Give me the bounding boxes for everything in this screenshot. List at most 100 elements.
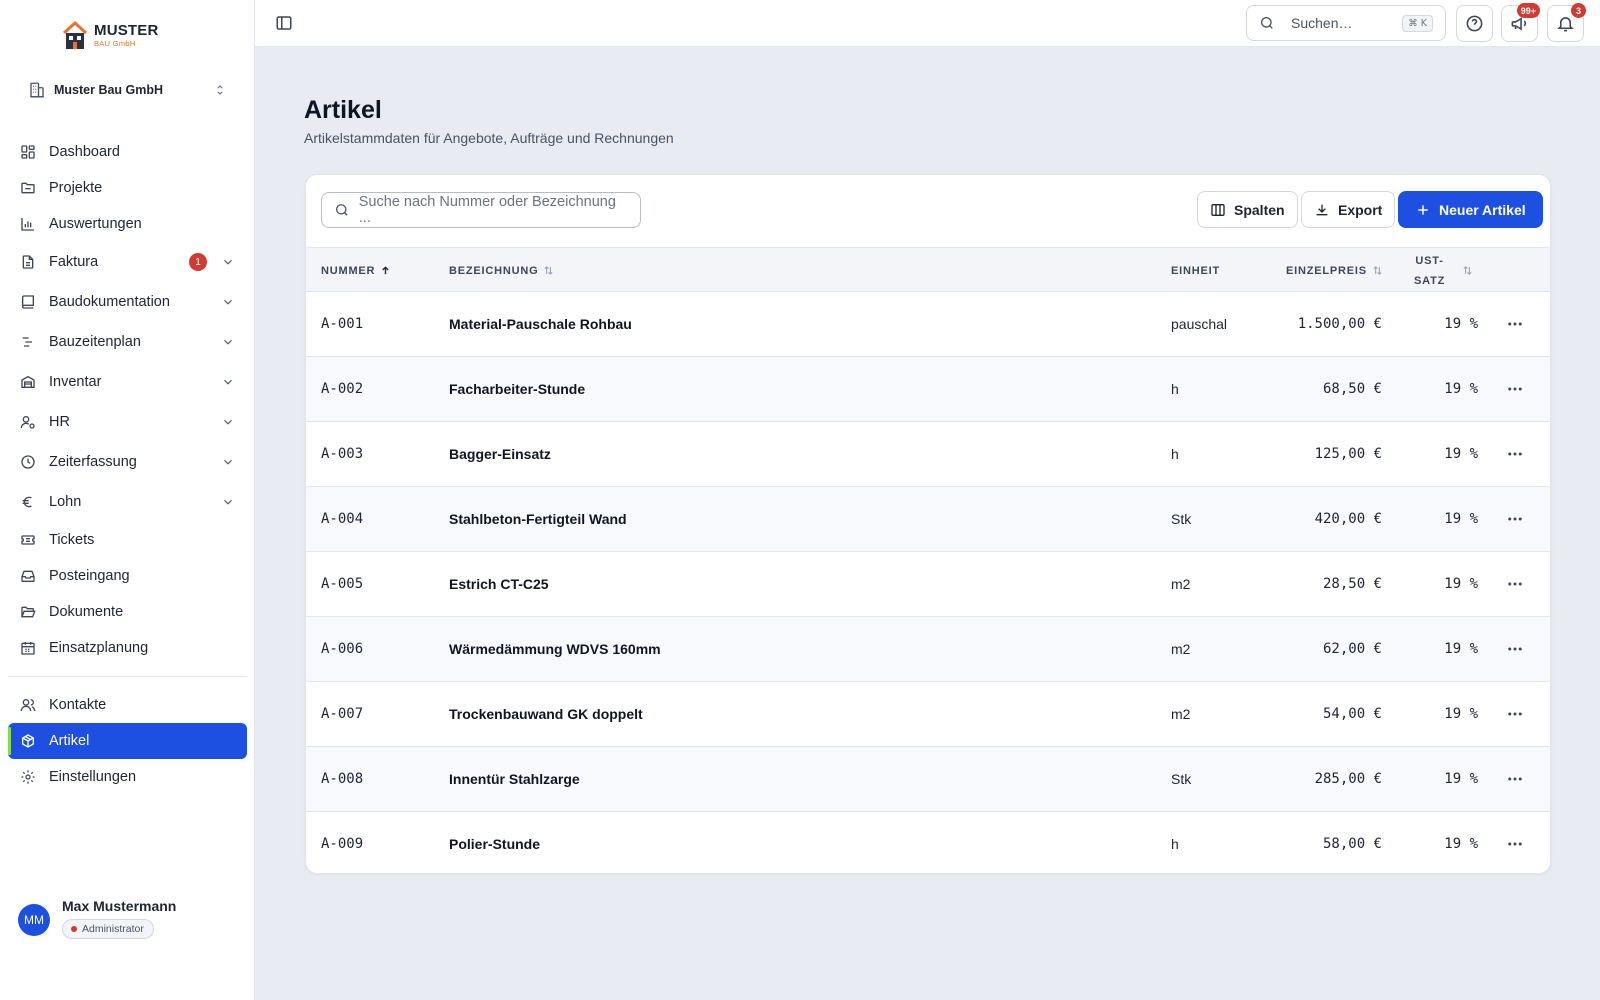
help-button[interactable] — [1456, 5, 1493, 42]
ticket-icon — [21, 535, 35, 545]
cell-ust: 19 % — [1444, 836, 1478, 852]
sidebar-item-posteingang[interactable]: Posteingang — [8, 558, 247, 594]
role-label: Administrator — [82, 923, 144, 935]
euro-icon — [22, 496, 32, 508]
cell-bezeichnung: Stahlbeton-Fertigteil Wand — [449, 511, 627, 527]
more-actions-icon[interactable] — [1506, 640, 1524, 658]
column-header-ust[interactable]: UST- SATZ — [1414, 248, 1473, 293]
new-article-button[interactable]: Neuer Artikel — [1398, 191, 1543, 228]
cell-bezeichnung: Innentür Stahlzarge — [449, 771, 580, 787]
gantt-icon — [22, 337, 32, 347]
sidebar-item-tickets[interactable]: Tickets — [8, 522, 247, 558]
table-row[interactable]: A-008 Innentür Stahlzarge Stk 285,00 € 1… — [306, 747, 1550, 812]
sidebar-item-baudokumentation[interactable]: Baudokumentation — [8, 282, 247, 322]
sidebar-item-artikel[interactable]: Artikel — [8, 723, 247, 759]
sidebar-item-dashboard[interactable]: Dashboard — [8, 134, 247, 170]
sidebar: MUSTER BAU GmbH Muster Bau GmbH Dashboar… — [0, 0, 255, 1000]
company-name: Muster Bau GmbH — [54, 83, 164, 97]
cell-nummer: A-009 — [321, 836, 364, 852]
article-search-input[interactable]: Suche nach Nummer oder Bezeichnung ... — [321, 192, 641, 228]
more-actions-icon[interactable] — [1506, 835, 1524, 853]
sidebar-item-dokumente[interactable]: Dokumente — [8, 594, 247, 630]
sidebar-item-label: Zeiterfassung — [49, 454, 137, 470]
cell-nummer: A-001 — [321, 316, 364, 332]
table-row[interactable]: A-006 Wärmedämmung WDVS 160mm m2 62,00 €… — [306, 617, 1550, 682]
export-button[interactable]: Export — [1301, 191, 1396, 228]
company-logo[interactable]: MUSTER BAU GmbH — [62, 20, 159, 50]
cell-einheit: Stk — [1171, 511, 1192, 527]
chevron-up-down-icon — [217, 85, 223, 95]
more-actions-icon[interactable] — [1506, 445, 1524, 463]
global-search[interactable]: Suchen… ⌘ K — [1246, 5, 1446, 41]
cell-einheit: Stk — [1171, 771, 1192, 787]
sidebar-item-projekte[interactable]: Projekte — [8, 170, 247, 206]
chevron-down-icon — [224, 379, 232, 385]
cell-bezeichnung: Wärmedämmung WDVS 160mm — [449, 641, 661, 657]
cell-bezeichnung: Bagger-Einsatz — [449, 446, 551, 462]
sidebar-item-label: Inventar — [49, 374, 102, 390]
table-row[interactable]: A-002 Facharbeiter-Stunde h 68,50 € 19 % — [306, 357, 1550, 422]
sidebar-item-einsatzplanung[interactable]: Einsatzplanung — [8, 630, 247, 666]
cell-bezeichnung: Facharbeiter-Stunde — [449, 381, 586, 397]
sidebar-item-label: Posteingang — [49, 568, 130, 584]
sidebar-item-inventar[interactable]: Inventar — [8, 362, 247, 402]
sidebar-item-kontakte[interactable]: Kontakte — [8, 687, 247, 723]
notifications-button[interactable]: 3 — [1547, 3, 1586, 42]
cell-einheit: h — [1171, 381, 1179, 397]
table-row[interactable]: A-004 Stahlbeton-Fertigteil Wand Stk 420… — [306, 487, 1550, 552]
sidebar-item-zeiterfassung[interactable]: Zeiterfassung — [8, 442, 247, 482]
bar-chart-icon — [21, 218, 34, 231]
sidebar-toggle-icon[interactable] — [275, 14, 293, 32]
sort-ascending-icon — [382, 266, 390, 275]
announcements-badge: 99+ — [1516, 3, 1540, 18]
column-header-bezeichnung[interactable]: BEZEICHNUNG — [449, 248, 554, 293]
sidebar-item-bauzeitenplan[interactable]: Bauzeitenplan — [8, 322, 247, 362]
article-search-placeholder: Suche nach Nummer oder Bezeichnung ... — [358, 194, 616, 226]
cell-einheit: h — [1171, 446, 1179, 462]
building-icon — [30, 82, 44, 98]
cell-einzelpreis: 420,00 € — [1314, 511, 1382, 527]
new-article-label: Neuer Artikel — [1439, 201, 1526, 218]
chevron-down-icon — [224, 459, 232, 465]
table-row[interactable]: A-005 Estrich CT-C25 m2 28,50 € 19 % — [306, 552, 1550, 617]
cell-nummer: A-003 — [321, 446, 364, 462]
column-header-nummer[interactable]: NUMMER — [321, 248, 391, 293]
cell-ust: 19 % — [1444, 771, 1478, 787]
sidebar-item-faktura[interactable]: Faktura 1 — [8, 242, 247, 282]
sidebar-item-auswertungen[interactable]: Auswertungen — [8, 206, 247, 242]
more-actions-icon[interactable] — [1506, 770, 1524, 788]
cell-nummer: A-006 — [321, 641, 364, 657]
table-row[interactable]: A-003 Bagger-Einsatz h 125,00 € 19 % — [306, 422, 1550, 487]
more-actions-icon[interactable] — [1506, 575, 1524, 593]
bell-icon — [1557, 17, 1574, 32]
company-switcher[interactable]: Muster Bau GmbH — [18, 74, 237, 106]
sidebar-item-lohn[interactable]: Lohn — [8, 482, 247, 522]
more-actions-icon[interactable] — [1506, 510, 1524, 528]
sidebar-item-label: Bauzeitenplan — [49, 334, 141, 350]
more-actions-icon[interactable] — [1506, 705, 1524, 723]
table-header: NUMMER BEZEICHNUNG EINHEIT EINZELPREIS U… — [306, 247, 1550, 292]
sidebar-item-label: Einstellungen — [49, 769, 137, 785]
faktura-count-badge: 1 — [189, 253, 207, 271]
table-row[interactable]: A-001 Material-Pauschale Rohbau pauschal… — [306, 292, 1550, 357]
table-row[interactable]: A-009 Polier-Stunde h 58,00 € 19 % — [306, 812, 1550, 873]
more-actions-icon[interactable] — [1506, 315, 1524, 333]
table-row[interactable]: A-007 Trockenbauwand GK doppelt m2 54,00… — [306, 682, 1550, 747]
cell-nummer: A-005 — [321, 576, 364, 592]
sidebar-item-hr[interactable]: HR — [8, 402, 247, 442]
chevron-down-icon — [224, 339, 232, 345]
announcements-button[interactable]: 99+ — [1501, 3, 1540, 42]
user-profile[interactable]: MM Max Mustermann Administrator — [18, 898, 176, 939]
sidebar-item-label: Artikel — [49, 733, 90, 749]
cell-ust: 19 % — [1444, 381, 1478, 397]
sort-icon — [1373, 266, 1382, 275]
sidebar-item-einstellungen[interactable]: Einstellungen — [8, 759, 247, 795]
column-header-einzelpreis[interactable]: EINZELPREIS — [1286, 248, 1383, 293]
more-actions-icon[interactable] — [1506, 380, 1524, 398]
cell-ust: 19 % — [1444, 641, 1478, 657]
sort-icon — [1463, 266, 1472, 275]
columns-button[interactable]: Spalten — [1197, 191, 1298, 228]
role-badge: Administrator — [62, 919, 154, 939]
sidebar-item-label: Einsatzplanung — [49, 640, 149, 656]
chevron-down-icon — [224, 259, 232, 265]
